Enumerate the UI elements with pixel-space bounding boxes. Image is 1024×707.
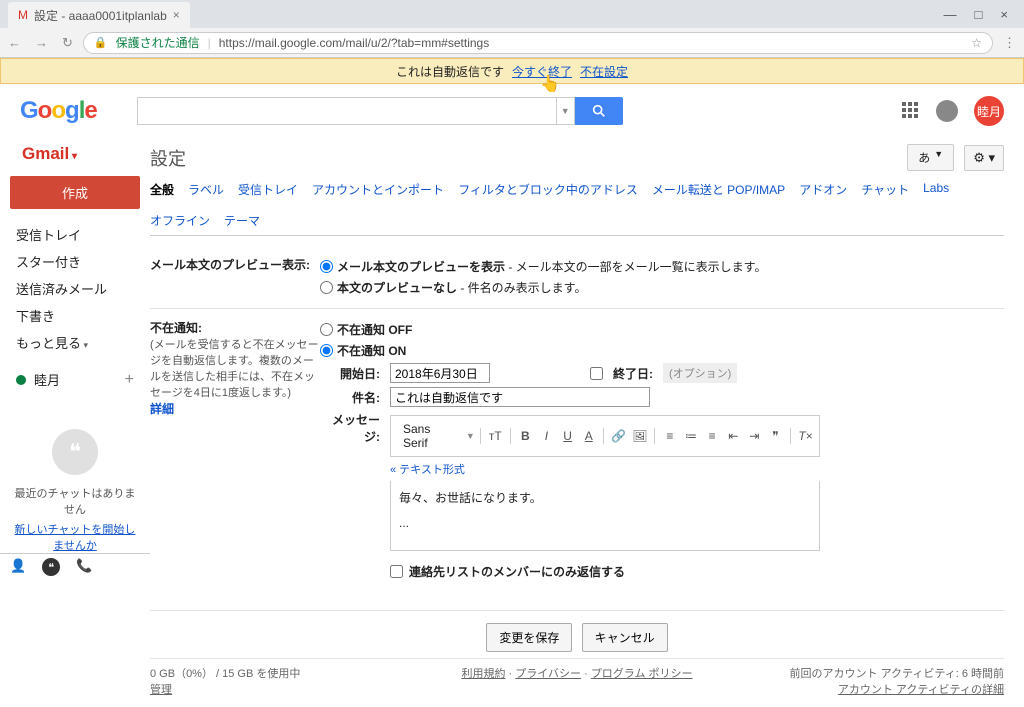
preview-hide-radio[interactable] (320, 281, 333, 294)
cursor-icon: 👆 (540, 74, 560, 94)
add-contact-icon[interactable]: + (125, 371, 134, 389)
user-name: 睦月 (34, 370, 60, 389)
sidebar-item-inbox[interactable]: 受信トレイ (10, 221, 140, 248)
indent-less-icon[interactable]: ⇤ (724, 426, 743, 446)
tab-chat[interactable]: チャット (861, 181, 909, 198)
clear-format-icon[interactable]: T× (796, 426, 815, 446)
preview-label: メール本文のプレビュー表示: (150, 256, 320, 298)
tab-labs[interactable]: Labs (923, 181, 949, 198)
preview-show-radio[interactable] (320, 260, 333, 273)
start-date-label: 開始日: (320, 365, 380, 382)
end-date-checkbox[interactable] (590, 367, 603, 380)
subject-input[interactable] (390, 387, 650, 407)
settings-tabs: 全般 ラベル 受信トレイ アカウントとインポート フィルタとブロック中のアドレス… (150, 181, 1004, 236)
editor-toolbar: Sans Serif▼ тT B I U A 🔗 🖼 (390, 415, 820, 457)
policies-link[interactable]: プログラム ポリシー (591, 668, 693, 680)
italic-icon[interactable]: I (537, 426, 556, 446)
close-icon[interactable]: × (173, 8, 180, 22)
gmail-menu[interactable]: Gmail (10, 138, 140, 170)
activity-link[interactable]: アカウント アクティビティの詳細 (838, 684, 1004, 696)
vacation-desc: (メールを受信すると不在メッセージを自動返信します。複数のメールを送信した相手に… (150, 336, 320, 400)
sidebar-item-starred[interactable]: スター付き (10, 248, 140, 275)
notifications-icon[interactable] (936, 100, 958, 122)
no-chat-text: 最近のチャットはありません (10, 485, 140, 517)
contacts-only-checkbox[interactable] (390, 565, 403, 578)
input-method-button[interactable]: あ▼ (907, 144, 954, 171)
forward-icon[interactable]: → (35, 35, 48, 50)
cancel-button[interactable]: キャンセル (582, 623, 668, 652)
tab-offline[interactable]: オフライン (150, 212, 210, 229)
vacation-banner: これは自動返信です 今すぐ終了 不在設定 (0, 58, 1024, 84)
google-logo[interactable]: Google (20, 97, 97, 125)
indent-more-icon[interactable]: ⇥ (745, 426, 764, 446)
align-icon[interactable]: ≡ (660, 426, 679, 446)
sidebar-item-drafts[interactable]: 下書き (10, 302, 140, 329)
manage-link[interactable]: 管理 (150, 684, 172, 696)
text-mode-link[interactable]: « テキスト形式 (390, 464, 465, 476)
tab-inbox[interactable]: 受信トレイ (238, 181, 298, 198)
presence-icon (16, 375, 26, 385)
vacation-label: 不在通知: (150, 319, 320, 336)
search-input[interactable] (137, 97, 557, 125)
terms-link[interactable]: 利用規約 (461, 668, 505, 680)
page-title: 設定 (150, 145, 186, 171)
activity-text: 前回のアカウント アクティビティ: 6 時間前 (719, 665, 1004, 681)
start-date-input[interactable] (390, 363, 490, 383)
tab-title: 設定 - aaaa0001itplanlab (34, 7, 167, 24)
tab-general[interactable]: 全般 (150, 181, 174, 198)
subject-label: 件名: (320, 389, 380, 406)
sidebar-item-sent[interactable]: 送信済みメール (10, 275, 140, 302)
details-link[interactable]: 詳細 (150, 402, 174, 416)
phone-icon[interactable]: 📞 (76, 558, 92, 576)
tab-themes[interactable]: テーマ (224, 212, 260, 229)
color-icon[interactable]: A (579, 426, 598, 446)
sidebar-item-more[interactable]: もっと見る (10, 329, 140, 356)
font-select[interactable]: Sans Serif (395, 420, 464, 452)
message-body[interactable]: 毎々、お世話になります。 ... (390, 481, 820, 551)
star-icon[interactable]: ☆ (971, 36, 982, 50)
tab-labels[interactable]: ラベル (188, 181, 224, 198)
vacation-off-radio[interactable] (320, 323, 333, 336)
hangouts-icon[interactable]: ❝ (52, 429, 98, 475)
contacts-icon[interactable]: 👤 (10, 558, 26, 576)
tab-pop-imap[interactable]: メール転送と POP/IMAP (652, 181, 785, 198)
contacts-only-label: 連絡先リストのメンバーにのみ返信する (409, 563, 625, 580)
bold-icon[interactable]: B (516, 426, 535, 446)
storage-text: 0 GB（0%） / 15 GB を使用中 (150, 665, 435, 681)
browser-tab[interactable]: M 設定 - aaaa0001itplanlab × (8, 2, 190, 28)
url-field[interactable]: 🔒 保護された通信 | https://mail.google.com/mail… (83, 32, 993, 54)
lock-icon: 🔒 (94, 36, 108, 49)
gear-icon[interactable]: ⚙ ▾ (964, 145, 1004, 171)
vacation-settings-link[interactable]: 不在設定 (580, 63, 628, 80)
bullet-list-icon[interactable]: ≡ (703, 426, 722, 446)
underline-icon[interactable]: U (558, 426, 577, 446)
avatar[interactable]: 睦月 (974, 96, 1004, 126)
minimize-icon[interactable]: — (944, 7, 957, 22)
search-dropdown-icon[interactable]: ▼ (557, 97, 575, 125)
end-date-value: (オプション) (663, 363, 737, 383)
search-button[interactable] (575, 97, 623, 125)
hangouts-tab-icon[interactable]: ❝ (42, 558, 60, 576)
vacation-on-radio[interactable] (320, 344, 333, 357)
tab-filters[interactable]: フィルタとブロック中のアドレス (458, 181, 638, 198)
apps-icon[interactable] (902, 102, 920, 120)
back-icon[interactable]: ← (8, 35, 21, 50)
tab-addons[interactable]: アドオン (799, 181, 847, 198)
maximize-icon[interactable]: □ (975, 7, 983, 22)
font-size-icon[interactable]: тT (486, 426, 505, 446)
window-close-icon[interactable]: × (1000, 7, 1008, 22)
message-label: メッセージ: (320, 411, 380, 445)
image-icon[interactable]: 🖼 (630, 426, 649, 446)
privacy-link[interactable]: プライバシー (515, 668, 581, 680)
quote-icon[interactable]: ❞ (766, 426, 785, 446)
save-button[interactable]: 変更を保存 (486, 623, 572, 652)
link-icon[interactable]: 🔗 (609, 426, 628, 446)
numbered-list-icon[interactable]: ≔ (681, 426, 700, 446)
reload-icon[interactable]: ↻ (62, 35, 73, 51)
menu-icon[interactable]: ⋮ (1003, 35, 1016, 51)
new-chat-link[interactable]: 新しいチャットを開始しませんか (15, 524, 136, 552)
tab-accounts[interactable]: アカウントとインポート (312, 181, 444, 198)
compose-button[interactable]: 作成 (10, 176, 140, 209)
